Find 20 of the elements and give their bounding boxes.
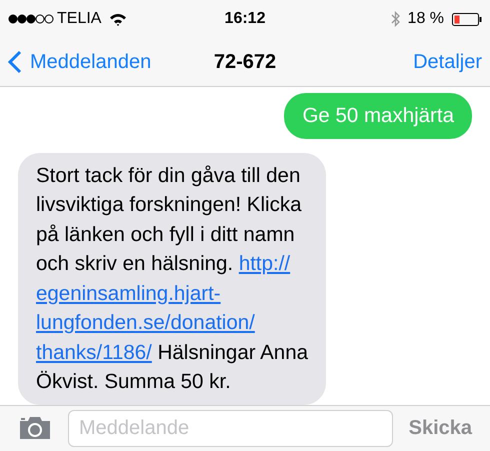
conversation-title: 72-672: [214, 50, 276, 75]
signal-icon: [8, 14, 54, 24]
back-button[interactable]: Meddelanden: [8, 47, 214, 77]
message-bubble: Ge 50 maxhjärta: [284, 93, 472, 138]
chevron-left-icon: [8, 50, 22, 74]
battery-percent: 18 %: [408, 9, 444, 29]
clock-time: 16:12: [224, 9, 266, 29]
message-link[interactable]: egeninsamling.hjart-: [36, 282, 221, 304]
wifi-icon: [109, 12, 128, 26]
message-link[interactable]: http://: [238, 252, 290, 275]
message-bubble: Stort tack för din gåva till den livsviktiga forskningen! Klicka på länken och fyll i ditt namn och skriv en hälsning. http:// egeninsamling.hjart- lungfonden.se/donation/ thanks/1186/ Hälsningar Anna Ökvist. Summa 50 kr.: [18, 152, 326, 404]
send-button[interactable]: Skicka: [408, 413, 472, 444]
carrier-name: TELIA: [57, 9, 102, 29]
message-link[interactable]: thanks/1186/: [36, 340, 152, 364]
message-input[interactable]: Meddelande: [68, 410, 393, 447]
details-button[interactable]: Detaljer: [413, 47, 482, 77]
camera-icon[interactable]: [18, 416, 52, 440]
bluetooth-icon: [390, 11, 400, 27]
message-link[interactable]: lungfonden.se/donation/: [36, 311, 255, 334]
battery-icon: [452, 12, 482, 26]
